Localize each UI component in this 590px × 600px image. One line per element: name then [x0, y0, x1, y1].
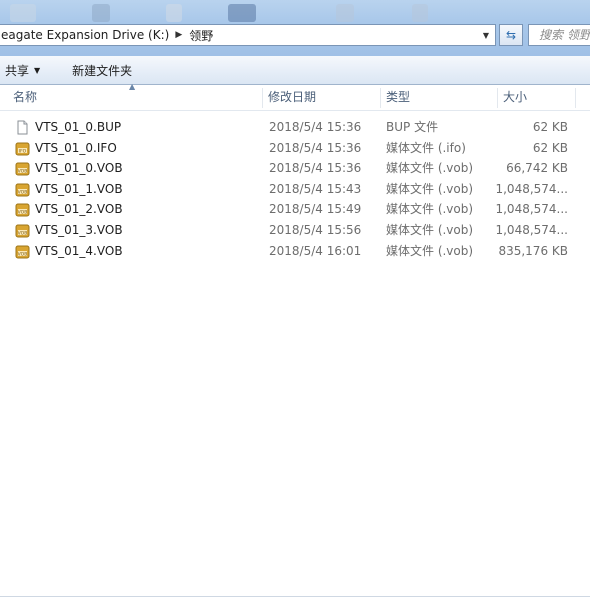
file-list: VTS_01_0.BUP 2018/5/4 15:36 BUP 文件 62 KB… [0, 117, 590, 261]
file-type: BUP 文件 [386, 120, 439, 134]
background-thumbnail [228, 4, 256, 22]
background-thumbnail [336, 4, 354, 22]
svg-text:VOB: VOB [18, 189, 28, 195]
file-row[interactable]: VOB VTS_01_2.VOB 2018/5/4 15:49 媒体文件 (.v… [0, 199, 590, 220]
file-name: VTS_01_0.IFO [35, 140, 117, 155]
file-row[interactable]: VOB VTS_01_0.VOB 2018/5/4 15:36 媒体文件 (.v… [0, 158, 590, 179]
file-row[interactable]: VOB VTS_01_3.VOB 2018/5/4 15:56 媒体文件 (.v… [0, 220, 590, 241]
vob-media-icon: VOB [15, 224, 30, 238]
search-input[interactable]: 搜索 领野 [528, 24, 590, 46]
file-name: VTS_01_3.VOB [35, 222, 123, 237]
sort-ascending-icon: ▲ [129, 82, 136, 91]
status-divider [0, 596, 590, 597]
file-date: 2018/5/4 15:56 [269, 222, 362, 237]
address-dropdown-icon[interactable]: ▼ [479, 27, 493, 43]
chevron-down-icon: ▼ [34, 65, 41, 75]
file-name: VTS_01_0.BUP [35, 120, 122, 134]
window-titlebar: eagate Expansion Drive (K:) ▶ 领野 ▼ ⇆ 搜索 … [0, 0, 590, 56]
column-divider[interactable] [262, 88, 263, 108]
file-size: 1,048,574... [495, 202, 568, 217]
svg-text:VOB: VOB [18, 168, 28, 174]
background-thumbnail [10, 4, 36, 22]
breadcrumb-arrow-icon[interactable]: ▶ [169, 30, 188, 40]
file-name: VTS_01_0.VOB [35, 161, 123, 176]
vob-media-icon: VOB [15, 183, 30, 197]
file-type: 媒体文件 (.vob) [386, 161, 474, 176]
file-row[interactable]: VTS_01_0.BUP 2018/5/4 15:36 BUP 文件 62 KB [0, 117, 590, 138]
file-size: 835,176 KB [498, 243, 568, 258]
svg-text:VOB: VOB [18, 230, 28, 236]
file-row[interactable]: IFO VTS_01_0.IFO 2018/5/4 15:36 媒体文件 (.i… [0, 138, 590, 159]
file-type: 媒体文件 (.vob) [386, 222, 474, 237]
file-row[interactable]: VOB VTS_01_1.VOB 2018/5/4 15:43 媒体文件 (.v… [0, 179, 590, 200]
background-thumbnail [412, 4, 428, 22]
file-date: 2018/5/4 15:36 [269, 120, 362, 134]
background-thumbnail [92, 4, 110, 22]
file-type: 媒体文件 (.ifo) [386, 140, 466, 155]
column-divider[interactable] [497, 88, 498, 108]
column-divider[interactable] [380, 88, 381, 108]
refresh-icon: ⇆ [505, 28, 517, 42]
column-header-name[interactable]: 名称 [13, 85, 37, 110]
breadcrumb-folder[interactable]: 领野 [188, 27, 213, 44]
svg-text:VOB: VOB [18, 210, 28, 216]
column-divider[interactable] [575, 88, 576, 108]
new-folder-button[interactable]: 新建文件夹 [66, 59, 138, 81]
blank-file-icon [17, 120, 28, 135]
column-header-size[interactable]: 大小 [503, 85, 527, 110]
column-header-type[interactable]: 类型 [386, 85, 410, 110]
svg-text:IFO: IFO [19, 148, 27, 154]
file-date: 2018/5/4 16:01 [269, 243, 362, 258]
background-thumbnail [166, 4, 182, 22]
vob-media-icon: VOB [15, 162, 30, 176]
share-label: 共享 [5, 63, 30, 78]
share-button[interactable]: 共享 ▼ [0, 59, 46, 81]
file-date: 2018/5/4 15:49 [269, 202, 362, 217]
vob-media-icon: VOB [15, 245, 30, 259]
column-headers: ▲ 名称 修改日期 类型 大小 [0, 82, 590, 111]
file-type: 媒体文件 (.vob) [386, 243, 474, 258]
file-name: VTS_01_2.VOB [35, 202, 123, 217]
file-row[interactable]: VOB VTS_01_4.VOB 2018/5/4 16:01 媒体文件 (.v… [0, 241, 590, 262]
file-size: 66,742 KB [506, 161, 568, 176]
file-date: 2018/5/4 15:36 [269, 140, 362, 155]
address-bar[interactable]: eagate Expansion Drive (K:) ▶ 领野 ▼ [0, 24, 496, 46]
file-type: 媒体文件 (.vob) [386, 181, 474, 196]
file-size: 62 KB [532, 140, 568, 155]
file-size: 62 KB [532, 120, 568, 134]
file-name: VTS_01_1.VOB [35, 181, 123, 196]
ifo-media-icon: IFO [15, 142, 30, 156]
file-name: VTS_01_4.VOB [35, 243, 123, 258]
breadcrumb-drive[interactable]: eagate Expansion Drive (K:) [0, 28, 169, 42]
file-type: 媒体文件 (.vob) [386, 202, 474, 217]
file-size: 1,048,574... [495, 222, 568, 237]
svg-text:VOB: VOB [18, 251, 28, 257]
file-size: 1,048,574... [495, 181, 568, 196]
file-date: 2018/5/4 15:36 [269, 161, 362, 176]
column-header-date[interactable]: 修改日期 [268, 85, 316, 110]
command-toolbar: 共享 ▼ 新建文件夹 [0, 56, 590, 85]
file-date: 2018/5/4 15:43 [269, 181, 362, 196]
refresh-button[interactable]: ⇆ [499, 24, 523, 46]
vob-media-icon: VOB [15, 203, 30, 217]
new-folder-label: 新建文件夹 [72, 63, 133, 78]
